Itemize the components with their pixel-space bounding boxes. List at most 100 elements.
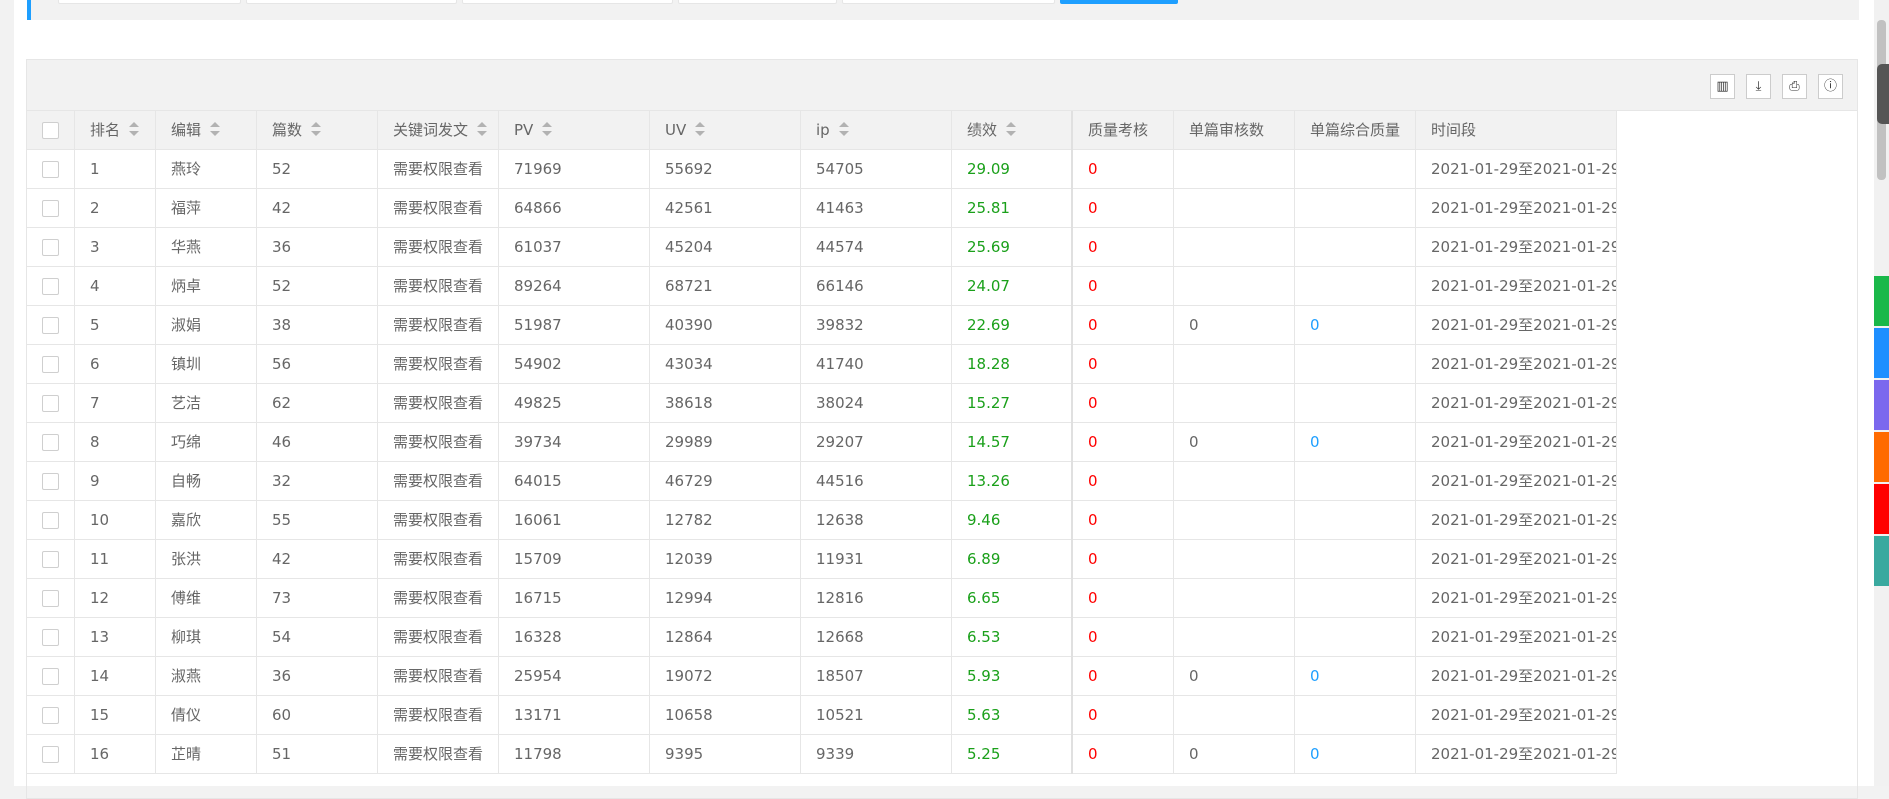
table-cell: 16061	[499, 500, 650, 540]
side-tab-5[interactable]	[1874, 484, 1889, 534]
table-cell: 29207	[801, 422, 952, 462]
column-header-6[interactable]: UV	[650, 110, 801, 150]
row-checkbox[interactable]	[42, 277, 59, 295]
search-button[interactable]	[1060, 0, 1178, 4]
table-cell	[1174, 266, 1295, 306]
filter-input-2[interactable]	[246, 0, 457, 4]
table-cell[interactable]: 0	[1295, 305, 1416, 345]
row-checkbox[interactable]	[42, 160, 59, 178]
column-header-5[interactable]: PV	[499, 110, 650, 150]
table-cell: 14	[75, 656, 156, 696]
table-row[interactable]: 13 柳琪 54 需要权限查看 16328 12864 12668 6.53 0 2021-01-…	[27, 617, 1617, 657]
row-checkbox[interactable]	[42, 589, 59, 607]
table-cell: 13171	[499, 695, 650, 735]
table-cell	[1174, 344, 1295, 384]
column-header-2[interactable]: 编辑	[156, 110, 257, 150]
table-cell: 15.27	[952, 383, 1073, 423]
table-row[interactable]: 12 傅维 73 需要权限查看 16715 12994 12816 6.65 0 2021-01-…	[27, 578, 1617, 618]
table-cell: 2021-01-29至2021-01-29	[1416, 188, 1617, 228]
table-row[interactable]: 5 淑娟 38 需要权限查看 51987 40390 39832 22.69 0 0 0 2021-0…	[27, 305, 1617, 345]
table-cell[interactable]: 0	[1295, 734, 1416, 774]
table-cell: 淑娟	[156, 305, 257, 345]
table-cell: 62	[257, 383, 378, 423]
side-tab-6[interactable]	[1874, 536, 1889, 586]
table-cell: 24.07	[952, 266, 1073, 306]
sort-icon[interactable]	[477, 122, 488, 136]
sort-icon[interactable]	[542, 122, 553, 136]
column-header-label: 排名	[90, 120, 121, 139]
table-cell: 29989	[650, 422, 801, 462]
table-cell: 0	[1073, 344, 1174, 384]
table-cell: 淑燕	[156, 656, 257, 696]
column-header-4[interactable]: 关键词发文	[378, 110, 499, 150]
row-checkbox[interactable]	[42, 355, 59, 373]
column-header-1[interactable]: 排名	[75, 110, 156, 150]
sort-icon[interactable]	[210, 122, 221, 136]
table-row[interactable]: 11 张洪 42 需要权限查看 15709 12039 11931 6.89 0 2021-01-…	[27, 539, 1617, 579]
table-row[interactable]: 14 淑燕 36 需要权限查看 25954 19072 18507 5.93 0 0 0 2021-0…	[27, 656, 1617, 696]
sort-icon[interactable]	[1006, 122, 1017, 136]
filter-input-5[interactable]	[842, 0, 1055, 4]
side-tab-1[interactable]	[1874, 276, 1889, 326]
column-header-3[interactable]: 篇数	[257, 110, 378, 150]
row-checkbox[interactable]	[42, 745, 59, 763]
table-row[interactable]: 16 芷晴 51 需要权限查看 11798 9395 9339 5.25 0 0 0 2021-01-…	[27, 734, 1617, 774]
filter-input-3[interactable]	[462, 0, 673, 4]
table-row[interactable]: 9 自畅 32 需要权限查看 64015 46729 44516 13.26 0 2021-01-…	[27, 461, 1617, 501]
row-checkbox[interactable]	[42, 394, 59, 412]
side-tab-4[interactable]	[1874, 432, 1889, 482]
row-checkbox[interactable]	[42, 238, 59, 256]
export-icon[interactable]: ⤓	[1746, 74, 1771, 99]
table-cell[interactable]: 0	[1295, 422, 1416, 462]
table-row[interactable]: 3 华燕 36 需要权限查看 61037 45204 44574 25.69 0 2021-01-…	[27, 227, 1617, 267]
side-tab-3[interactable]	[1874, 380, 1889, 430]
table-row[interactable]: 4 炳卓 52 需要权限查看 89264 68721 66146 24.07 0 2021-01-…	[27, 266, 1617, 306]
column-header-9: 质量考核	[1073, 110, 1174, 150]
table-cell	[1295, 227, 1416, 267]
table-row[interactable]: 6 镇圳 56 需要权限查看 54902 43034 41740 18.28 0 2021-01-…	[27, 344, 1617, 384]
row-checkbox[interactable]	[42, 667, 59, 685]
sort-icon[interactable]	[129, 122, 140, 136]
row-checkbox[interactable]	[42, 316, 59, 334]
columns-filter-icon[interactable]: ▥	[1710, 74, 1735, 99]
table-cell: 38024	[801, 383, 952, 423]
table-row[interactable]: 2 福萍 42 需要权限查看 64866 42561 41463 25.81 0 2021-01-…	[27, 188, 1617, 228]
row-checkbox[interactable]	[42, 550, 59, 568]
table-cell[interactable]: 0	[1295, 656, 1416, 696]
data-table: ▥ ⤓ ⎙ ⓘ 排名 编辑 篇数 关键词发文 PV UV ip 绩效 质量考核 单篇审核数 单篇综合…	[26, 59, 1858, 799]
table-cell: 44516	[801, 461, 952, 501]
row-checkbox[interactable]	[42, 628, 59, 646]
row-checkbox[interactable]	[42, 706, 59, 724]
row-select-cell	[27, 539, 75, 579]
print-icon[interactable]: ⎙	[1782, 74, 1807, 99]
table-cell: 0	[1174, 422, 1295, 462]
row-checkbox[interactable]	[42, 433, 59, 451]
table-cell: 52	[257, 149, 378, 189]
table-row[interactable]: 10 嘉欣 55 需要权限查看 16061 12782 12638 9.46 0 2021-01-…	[27, 500, 1617, 540]
sort-icon[interactable]	[695, 122, 706, 136]
table-cell: 46	[257, 422, 378, 462]
table-row[interactable]: 15 倩仪 60 需要权限查看 13171 10658 10521 5.63 0 2021-01-…	[27, 695, 1617, 735]
table-cell: 9339	[801, 734, 952, 774]
row-checkbox[interactable]	[42, 472, 59, 490]
table-row[interactable]: 8 巧绵 46 需要权限查看 39734 29989 29207 14.57 0 0 0 2021-0…	[27, 422, 1617, 462]
row-checkbox[interactable]	[42, 199, 59, 217]
table-cell: 需要权限查看	[378, 578, 499, 618]
info-icon[interactable]: ⓘ	[1818, 74, 1843, 99]
column-header-7[interactable]: ip	[801, 110, 952, 150]
table-cell: 0	[1073, 188, 1174, 228]
filter-input-4[interactable]	[678, 0, 837, 4]
column-header-8[interactable]: 绩效	[952, 110, 1073, 150]
filter-input-1[interactable]	[58, 0, 241, 4]
table-row[interactable]: 7 艺洁 62 需要权限查看 49825 38618 38024 15.27 0 2021-01-…	[27, 383, 1617, 423]
sort-icon[interactable]	[838, 122, 849, 136]
side-tab-2[interactable]	[1874, 328, 1889, 378]
row-checkbox[interactable]	[42, 511, 59, 529]
table-cell: 25954	[499, 656, 650, 696]
table-cell: 艺洁	[156, 383, 257, 423]
table-cell: 49825	[499, 383, 650, 423]
sort-icon[interactable]	[311, 122, 322, 136]
side-widget-icon[interactable]	[1877, 64, 1889, 124]
table-row[interactable]: 1 燕玲 52 需要权限查看 71969 55692 54705 29.09 0 2021-01-…	[27, 149, 1617, 189]
select-all-checkbox[interactable]	[42, 121, 59, 139]
